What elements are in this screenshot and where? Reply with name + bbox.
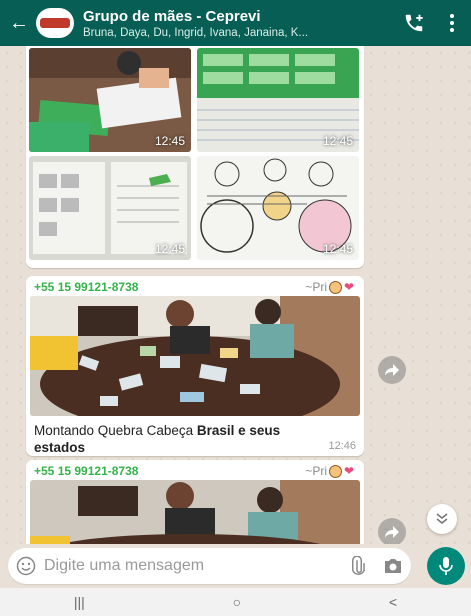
image-tile-4[interactable]: 12:45 [197, 156, 359, 260]
sender-phone[interactable]: +55 15 99121-8738 [34, 464, 138, 478]
heart-emoji-icon: ❤ [344, 279, 355, 294]
more-vert-icon [450, 14, 454, 32]
sender-pushname: ~Pri ❤ [305, 279, 355, 294]
system-nav-bar: ||| ○ < [0, 588, 471, 616]
scroll-to-bottom-button[interactable] [427, 504, 457, 534]
voice-message-button[interactable] [427, 547, 465, 585]
image-tile-3[interactable]: 12:45 [29, 156, 191, 260]
message-time: 12:46 [328, 440, 356, 452]
mic-icon [439, 557, 453, 575]
back-button[interactable]: ← [6, 0, 32, 46]
image-tile-3-time: 12:45 [154, 242, 185, 256]
message-input[interactable] [44, 557, 339, 575]
heart-emoji-icon: ❤ [344, 463, 355, 478]
forward-icon [385, 526, 399, 538]
home-button[interactable]: ○ [233, 594, 241, 610]
paperclip-icon [352, 556, 365, 575]
puzzle-photo-2[interactable] [30, 480, 360, 544]
sender-phone[interactable]: +55 15 99121-8738 [34, 280, 138, 294]
call-add-icon [405, 14, 423, 32]
puzzle-photo[interactable] [30, 296, 360, 416]
menu-button[interactable] [433, 0, 471, 46]
group-name: Grupo de mães - Ceprevi [83, 7, 261, 25]
camera-button[interactable] [375, 557, 411, 575]
face-emoji-icon [329, 280, 342, 294]
emoji-button[interactable] [8, 556, 44, 576]
message-caption: Montando Quebra Cabeça Brasil e seus est… [34, 423, 281, 455]
message-image-caption[interactable]: +55 15 99121-8738 ~Pri ❤ Montando Quebra… [26, 276, 364, 456]
image-tile-1-time: 12:45 [154, 134, 185, 148]
image-tile-1[interactable]: 12:45 [29, 48, 191, 152]
add-call-button[interactable] [395, 0, 433, 46]
image-tile-4-time: 12:45 [322, 242, 353, 256]
message-image-grid[interactable]: 12:45 12:45 12:45 12:45 [26, 46, 364, 268]
forward-icon [385, 364, 399, 376]
message-compose-bar [0, 544, 471, 588]
group-avatar[interactable] [36, 8, 74, 38]
face-emoji-icon [329, 464, 342, 478]
arrow-left-icon: ← [9, 11, 29, 34]
back-nav-button[interactable]: < [389, 594, 397, 610]
double-chevron-down-icon [436, 513, 448, 525]
recents-button[interactable]: ||| [74, 594, 85, 610]
emoji-icon [16, 556, 36, 576]
image-tile-2[interactable]: 12:45 [197, 48, 359, 152]
forward-button[interactable] [378, 518, 406, 544]
attach-button[interactable] [339, 556, 375, 576]
camera-icon [385, 559, 401, 573]
compose-pill [8, 548, 411, 584]
message-image[interactable]: +55 15 99121-8738 ~Pri ❤ [26, 460, 364, 544]
image-tile-2-time: 12:45 [322, 134, 353, 148]
forward-button[interactable] [378, 356, 406, 384]
chat-area[interactable]: 12:45 12:45 12:45 12:45 +55 15 99121-873… [0, 46, 471, 544]
sender-pushname: ~Pri ❤ [305, 463, 355, 478]
group-info[interactable]: Grupo de mães - Ceprevi Bruna, Daya, Du,… [83, 8, 395, 39]
participants-list: Bruna, Daya, Du, Ingrid, Ivana, Janaina,… [83, 26, 309, 39]
chat-header: ← Grupo de mães - Ceprevi Bruna, Daya, D… [0, 0, 471, 46]
